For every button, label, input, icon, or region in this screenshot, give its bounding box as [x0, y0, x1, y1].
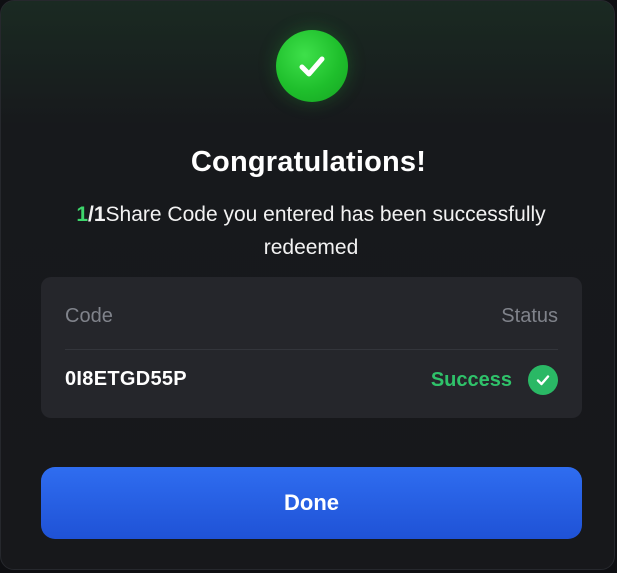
redeem-success-dialog: Congratulations! 1/1Share Code you enter… — [0, 0, 615, 570]
total-count: 1 — [93, 203, 106, 226]
done-button[interactable]: Done — [41, 467, 582, 539]
success-check-icon — [276, 30, 348, 102]
column-header-status: Status — [501, 305, 558, 327]
dialog-title: Congratulations! — [190, 146, 427, 178]
status-check-icon — [528, 365, 558, 395]
table-divider — [65, 349, 558, 350]
checkmark-icon — [299, 56, 325, 77]
table-row-code: 0I8ETGD55P — [65, 368, 187, 390]
success-count: 1 — [76, 203, 89, 226]
redeem-results-table: Code Status 0I8ETGD55P Success — [41, 277, 582, 418]
message-text: Share Code you entered has been successf… — [105, 203, 546, 259]
status-text: Success — [430, 368, 512, 391]
table-row-status: Success — [431, 365, 558, 395]
redeem-message: 1/1Share Code you entered has been succe… — [41, 198, 581, 264]
column-header-code: Code — [65, 305, 113, 327]
checkmark-icon — [536, 375, 550, 386]
